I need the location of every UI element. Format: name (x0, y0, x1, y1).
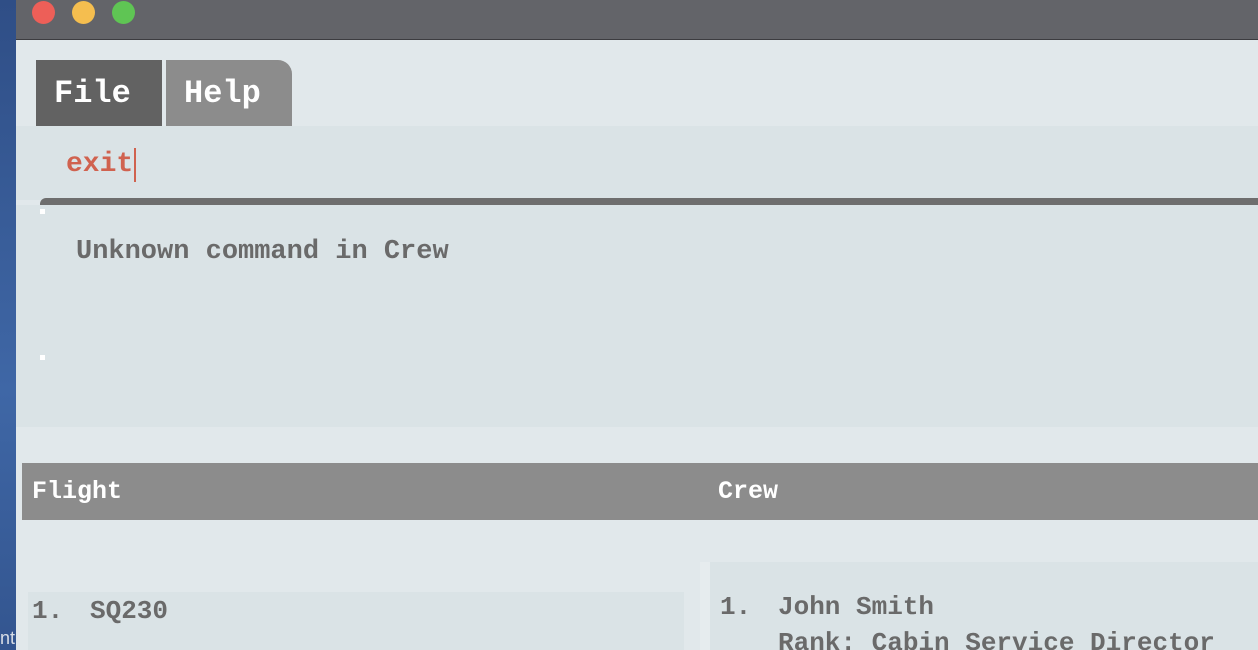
result-message: Unknown command in Crew (76, 237, 449, 267)
flight-header-label: Flight (32, 477, 123, 506)
app-window: File Help exit Unknown command in Crew F… (16, 0, 1258, 650)
title-bar[interactable] (16, 0, 1258, 40)
panel-divider[interactable] (700, 562, 710, 650)
crew-header-label: Crew (718, 477, 779, 506)
command-input-value: exit (66, 149, 134, 180)
minimize-window-icon[interactable] (72, 1, 95, 24)
list-area: 1. SQ230 1. John Smith Rank: Cabin Servi… (16, 552, 1258, 650)
crew-item-index: 1. (720, 592, 752, 622)
command-input[interactable]: exit (66, 148, 137, 182)
command-box[interactable]: exit (16, 126, 1258, 200)
flight-item-code: SQ230 (90, 596, 169, 626)
zoom-window-icon[interactable] (112, 1, 135, 24)
corner-mark (40, 355, 45, 360)
corner-mark (40, 209, 45, 214)
crew-item-rank: Rank: Cabin Service Director (778, 628, 1215, 650)
flight-item-index: 1. (32, 596, 64, 626)
command-box-border (40, 198, 1258, 205)
crew-list[interactable]: 1. John Smith Rank: Cabin Service Direct… (710, 562, 1258, 650)
menu-bar: File Help (36, 60, 292, 126)
menu-file[interactable]: File (36, 60, 162, 126)
result-display: Unknown command in Crew (16, 205, 1258, 427)
text-caret (134, 148, 137, 182)
menu-help[interactable]: Help (166, 60, 292, 126)
crew-item-name: John Smith (778, 592, 935, 622)
desktop-background (0, 0, 16, 650)
list-header: Flight Crew (22, 463, 1258, 520)
close-window-icon[interactable] (32, 1, 55, 24)
desktop-edge-text: nt (0, 628, 16, 648)
